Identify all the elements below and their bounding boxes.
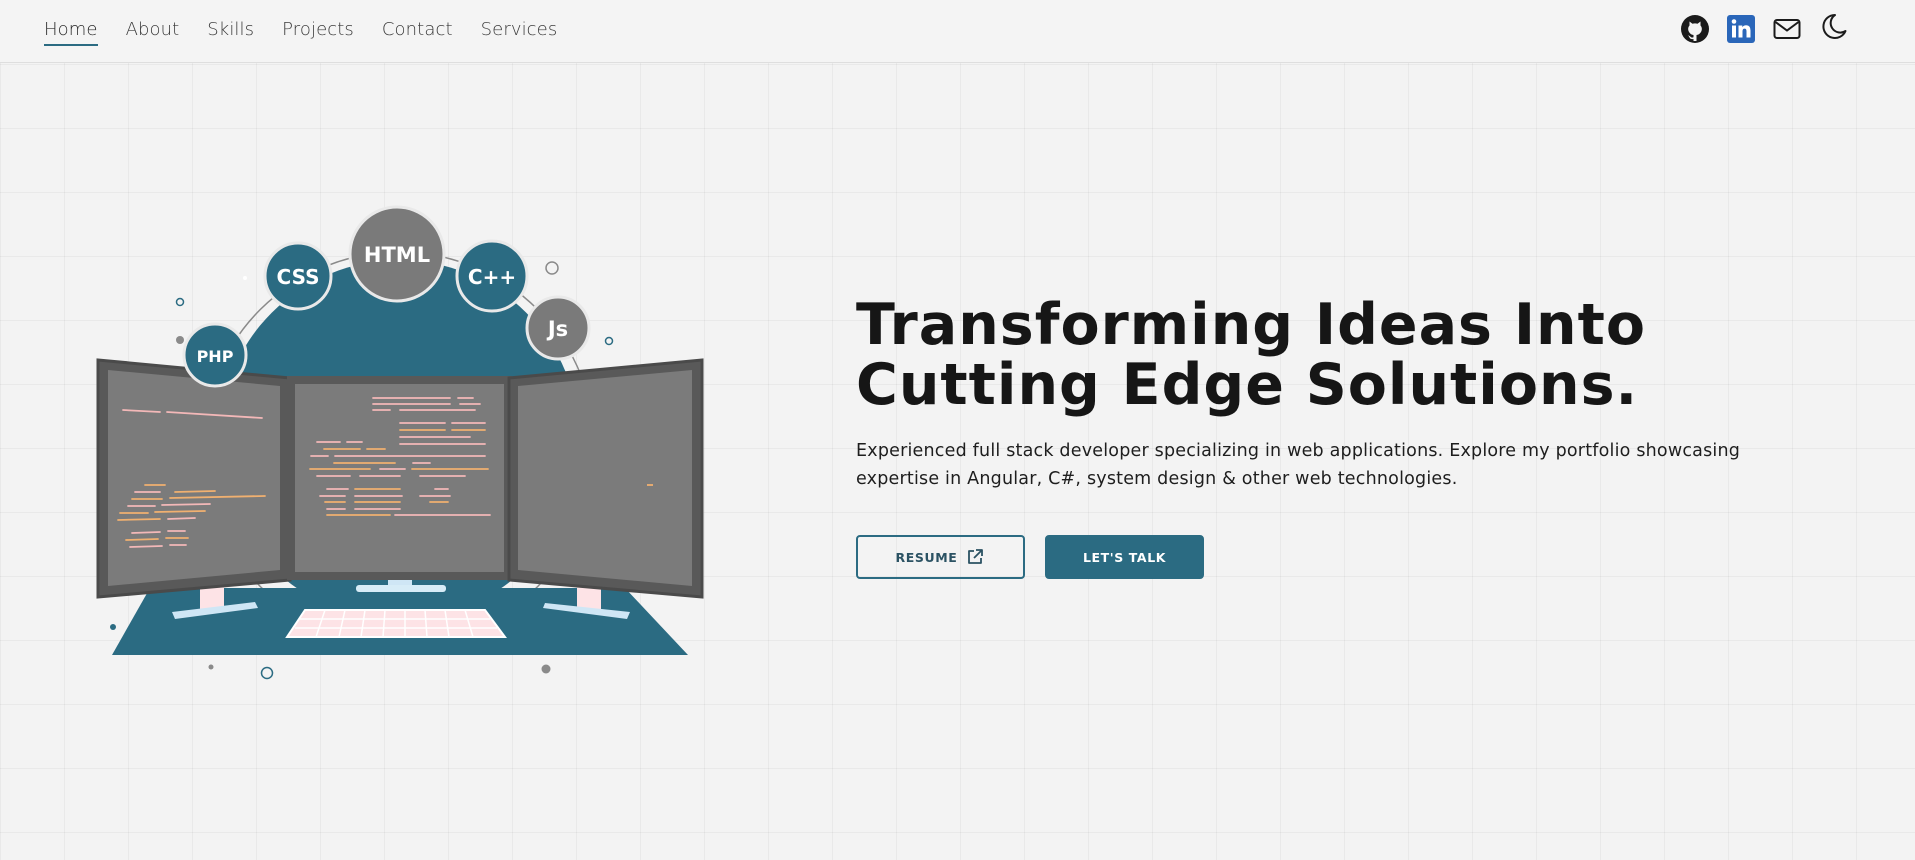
hero-title-line-1: Transforming Ideas Into	[856, 292, 1647, 358]
svg-text:Js: Js	[546, 317, 568, 341]
nav-link-projects[interactable]: Projects	[282, 19, 354, 46]
badge-css: CSS	[263, 241, 333, 311]
lets-talk-button[interactable]: LET'S TALK	[1045, 535, 1204, 579]
hero-title-line-2: Cutting Edge Solutions.	[856, 352, 1639, 418]
nav-link-about[interactable]: About	[126, 19, 180, 46]
hero-buttons: RESUME LET'S TALK	[856, 535, 1836, 579]
top-navbar: Home About Skills Projects Contact Servi…	[0, 0, 1915, 63]
nav-links: Home About Skills Projects Contact Servi…	[44, 19, 557, 46]
nav-link-services[interactable]: Services	[481, 19, 558, 46]
svg-text:CSS: CSS	[277, 265, 320, 289]
svg-text:HTML: HTML	[364, 243, 430, 267]
mail-icon[interactable]	[1772, 14, 1802, 44]
badge-html: HTML	[348, 205, 446, 303]
badge-cpp: C++	[455, 239, 529, 313]
developer-workstation-illustration: PHP CSS HTML C++ Js	[96, 205, 704, 680]
hero-subtitle: Experienced full stack developer special…	[856, 441, 1741, 489]
svg-text:PHP: PHP	[197, 347, 234, 366]
moon-icon[interactable]	[1818, 12, 1848, 42]
hero-title: Transforming Ideas Into Cutting Edge Sol…	[856, 295, 1836, 415]
nav-link-home[interactable]: Home	[44, 19, 98, 46]
linkedin-icon[interactable]	[1726, 14, 1756, 44]
github-icon[interactable]	[1680, 14, 1710, 44]
nav-link-contact[interactable]: Contact	[382, 19, 453, 46]
svg-text:C++: C++	[468, 265, 516, 289]
hero-section: Transforming Ideas Into Cutting Edge Sol…	[856, 295, 1836, 579]
external-link-icon	[968, 549, 984, 564]
social-icons	[1680, 12, 1848, 44]
resume-button[interactable]: RESUME	[856, 535, 1025, 579]
nav-link-skills[interactable]: Skills	[207, 19, 254, 46]
badge-js: Js	[525, 295, 591, 361]
resume-button-label: RESUME	[895, 549, 958, 565]
badge-php: PHP	[182, 322, 248, 388]
